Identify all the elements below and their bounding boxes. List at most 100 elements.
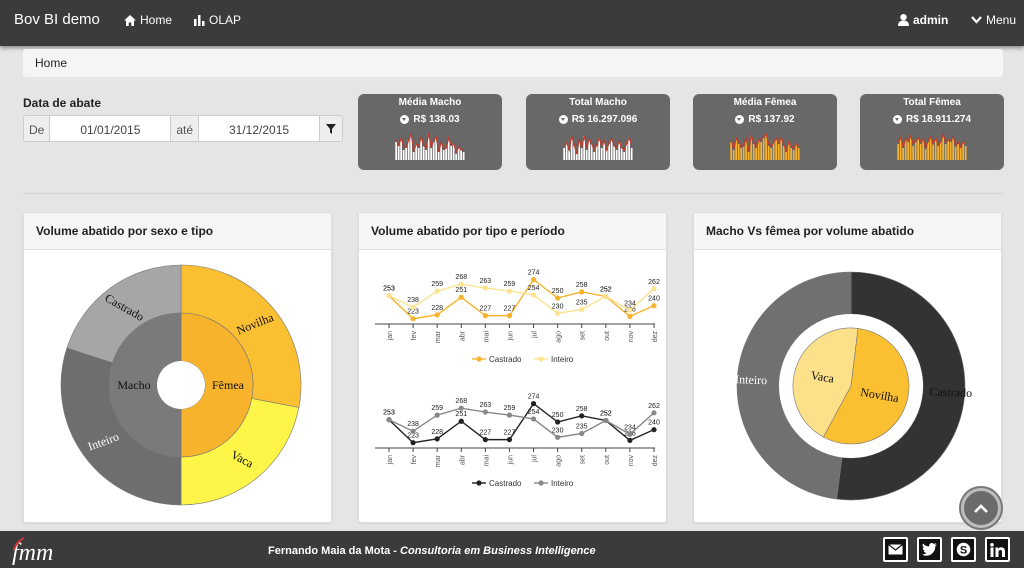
data-label: 230: [552, 303, 564, 310]
data-point: [458, 418, 464, 424]
sparkline-bar: [462, 152, 465, 160]
sparkline: [730, 132, 800, 160]
sparkline-bar: [907, 142, 909, 160]
x-tick-label: nov: [628, 455, 635, 467]
twitter-button[interactable]: [917, 537, 942, 562]
data-point: [458, 405, 464, 411]
kpi-value: R$ 18.911.274: [905, 114, 972, 125]
data-label: 274: [528, 394, 540, 401]
to-date-input[interactable]: 31/12/2015: [199, 116, 320, 141]
data-label: 262: [648, 279, 660, 286]
breadcrumb-home[interactable]: Home: [35, 56, 67, 70]
x-tick-label: nov: [628, 331, 635, 343]
data-point: [530, 277, 537, 283]
x-tick-label: dez: [652, 455, 659, 467]
sparkline-bar: [412, 152, 415, 160]
sparkline-bar: [762, 138, 765, 160]
sparkline-bar: [747, 152, 750, 160]
data-label: 263: [480, 278, 492, 285]
sparkline-bar: [897, 144, 899, 160]
data-point: [627, 307, 633, 313]
data-label: 268: [455, 398, 467, 405]
data-point: [627, 431, 633, 437]
x-tick-label: jun: [507, 455, 514, 465]
sparkline-bar: [959, 148, 962, 160]
sunburst-chart: NovilhaVacaInteiroCastradoFêmeaMacho: [60, 264, 302, 506]
sparkline-bar: [944, 144, 947, 160]
data-label: 250: [552, 288, 564, 295]
email-button[interactable]: [883, 537, 908, 562]
x-tick-label: mai: [483, 455, 490, 467]
donut-chart: CastradoInteiroNovilhaVaca: [735, 271, 972, 501]
app-brand[interactable]: Bov BI demo: [14, 11, 100, 28]
sparkline-bar: [949, 142, 952, 160]
arrow-down-circle-icon: [400, 115, 410, 124]
sparkline-bar: [437, 152, 440, 160]
scroll-top-button[interactable]: [961, 488, 1001, 528]
data-point: [410, 316, 416, 322]
data-point: [506, 288, 513, 294]
legend-label: Inteiro: [551, 479, 574, 488]
skype-button[interactable]: S: [951, 537, 976, 562]
svg-text:fmm: fmm: [12, 540, 53, 566]
sparkline-bar: [405, 148, 407, 160]
sparkline-bar: [422, 146, 425, 160]
kpi-value: R$ 137.92: [748, 114, 795, 125]
fmm-logo: fmm: [12, 537, 53, 566]
data-point: [434, 436, 440, 442]
kpi-value-row: R$ 137.92: [693, 114, 837, 125]
arrow-down-circle-icon: [892, 115, 902, 124]
data-label: 274: [528, 270, 540, 277]
kpi-card-media-macho: Média Macho R$ 138.03: [358, 94, 502, 170]
nav-olap[interactable]: OLAP: [194, 13, 241, 27]
x-tick-label: abr: [459, 330, 466, 341]
from-date-input[interactable]: 01/01/2015: [50, 116, 171, 141]
nav-home-label: Home: [140, 13, 173, 27]
legend-marker: [538, 356, 544, 362]
sparkline: [395, 131, 465, 160]
skype-icon: S: [956, 542, 971, 557]
data-point: [579, 430, 585, 437]
linkedin-button[interactable]: [985, 537, 1010, 562]
sparkline-bar: [600, 148, 603, 160]
data-label: 250: [552, 412, 564, 419]
sparkline-bar: [742, 146, 745, 160]
data-point: [506, 437, 513, 443]
sparkline-bar: [964, 146, 967, 160]
filter-icon: [326, 123, 337, 134]
sparkline: [563, 135, 633, 160]
sparkline-bar: [785, 152, 787, 160]
nav-home[interactable]: Home: [124, 13, 172, 27]
footer-credit: Fernando Maia da Mota - Consultoria em B…: [268, 545, 596, 557]
email-icon: [888, 544, 903, 555]
x-tick-label: jul: [532, 331, 539, 339]
data-label: 234: [624, 300, 636, 307]
sparkline-bar: [937, 146, 939, 160]
data-point: [434, 412, 440, 418]
x-tick-label: set: [580, 331, 587, 340]
kpi-title: Total Macho: [569, 97, 627, 108]
series-line-castrado: [388, 402, 655, 444]
sparkline-bar: [914, 142, 917, 160]
breadcrumb: Home: [23, 49, 1003, 77]
filter-button[interactable]: [319, 116, 343, 141]
legend-label: Castrado: [489, 355, 522, 364]
x-tick-label: ago: [556, 455, 563, 467]
data-point: [482, 409, 488, 415]
data-label: 251: [455, 411, 467, 418]
sparkline-bar: [782, 146, 785, 160]
sparkline-bar: [615, 150, 618, 160]
legend-label: Castrado: [489, 479, 522, 488]
data-point: [530, 401, 537, 407]
sparkline-bar: [585, 150, 588, 160]
sparkline-bar: [623, 152, 625, 160]
data-point: [603, 417, 609, 424]
inner-label: Fêmea: [212, 378, 245, 392]
legend-marker: [476, 356, 482, 362]
sparkline-bar: [942, 136, 944, 160]
user-menu[interactable]: admin: [898, 13, 948, 27]
sparkline-bar: [445, 148, 447, 160]
data-label: 238: [407, 421, 419, 428]
main-menu[interactable]: Menu: [971, 13, 1016, 27]
svg-text:S: S: [960, 545, 967, 557]
